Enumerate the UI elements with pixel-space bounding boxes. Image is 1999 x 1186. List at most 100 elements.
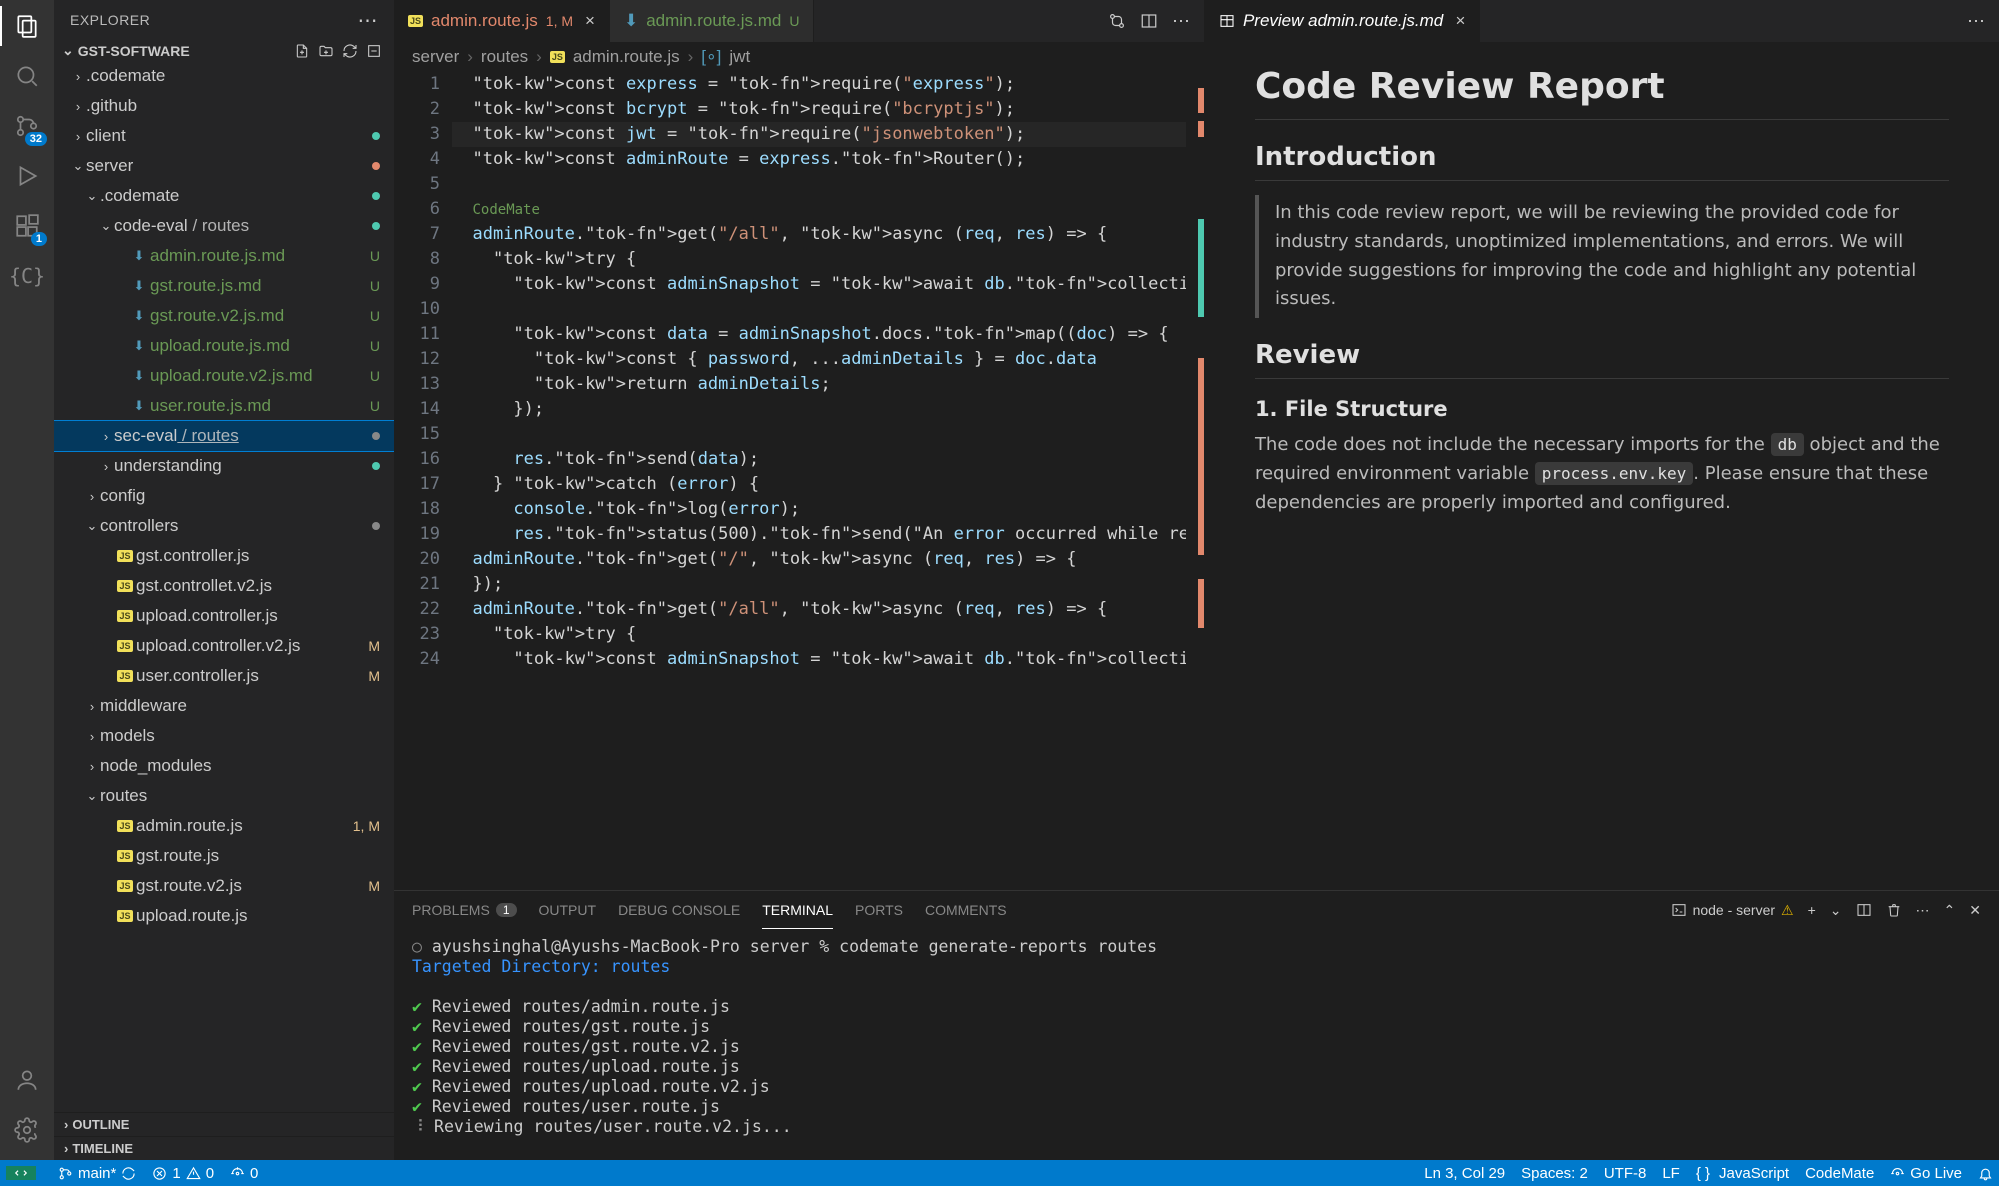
trash-icon[interactable] (1886, 902, 1902, 918)
indent-status[interactable]: Spaces: 2 (1521, 1165, 1588, 1182)
braces-icon[interactable]: {C} (11, 260, 43, 292)
tab-admin-route-js[interactable]: JS admin.route.js 1, M × (394, 0, 610, 42)
compare-icon[interactable] (1108, 12, 1126, 30)
panel-tab-ports[interactable]: PORTS (855, 891, 903, 929)
close-panel-icon[interactable]: ✕ (1969, 902, 1981, 919)
new-file-icon[interactable] (294, 43, 310, 59)
tree-folder[interactable]: ⌄server (54, 151, 394, 181)
tree-folder[interactable]: ›.codemate (54, 61, 394, 91)
account-icon[interactable] (11, 1064, 43, 1096)
tree-item-label: gst.route.v2.js (136, 876, 368, 896)
panel-tab-terminal[interactable]: TERMINAL (762, 891, 833, 929)
settings-icon[interactable] (11, 1114, 43, 1146)
project-header[interactable]: ⌄ GST-SOFTWARE (54, 40, 394, 61)
tab-admin-route-md[interactable]: ⬇ admin.route.js.md U (610, 0, 815, 42)
encoding-status[interactable]: UTF-8 (1604, 1165, 1647, 1182)
tree-file[interactable]: JSadmin.route.js1, M (54, 811, 394, 841)
preview-h2-intro: Introduction (1255, 142, 1949, 181)
debug-icon[interactable] (11, 160, 43, 192)
search-icon[interactable] (11, 60, 43, 92)
tree-folder[interactable]: ›client (54, 121, 394, 151)
tree-file[interactable]: JSgst.route.js (54, 841, 394, 871)
tree-file[interactable]: ⬇gst.route.js.mdU (54, 271, 394, 301)
tree-item-label: .codemate (100, 186, 372, 206)
tree-file[interactable]: ⬇user.route.js.mdU (54, 391, 394, 421)
tree-item-label: routes (100, 786, 386, 806)
panel-tab-output[interactable]: OUTPUT (539, 891, 597, 929)
close-tab-icon[interactable]: × (1455, 11, 1465, 31)
new-terminal-icon[interactable]: + (1808, 902, 1816, 918)
refresh-icon[interactable] (342, 43, 358, 59)
chevron-right-icon: › (64, 1141, 68, 1156)
close-tab-icon[interactable]: × (585, 11, 595, 31)
source-control-icon[interactable]: 32 (11, 110, 43, 142)
tree-file[interactable]: ⬇upload.route.v2.js.mdU (54, 361, 394, 391)
remote-indicator[interactable] (6, 1166, 36, 1180)
panel-tab-debug[interactable]: DEBUG CONSOLE (618, 891, 740, 929)
cursor-position[interactable]: Ln 3, Col 29 (1424, 1165, 1505, 1182)
collapse-icon[interactable] (366, 43, 382, 59)
terminal-dropdown-icon[interactable]: ⌄ (1830, 902, 1842, 919)
markdown-file-icon: ⬇ (128, 248, 150, 264)
more-icon[interactable]: ⋯ (1172, 11, 1190, 32)
tree-folder[interactable]: ›understanding (54, 451, 394, 481)
tab-bar-right: Preview admin.route.js.md × ⋯ (1205, 0, 1999, 42)
explorer-icon[interactable] (11, 10, 43, 42)
timeline-section[interactable]: › TIMELINE (54, 1136, 394, 1160)
tab-preview-md[interactable]: Preview admin.route.js.md × (1205, 0, 1480, 42)
tree-folder[interactable]: ⌄code-eval / routes (54, 211, 394, 241)
tree-folder[interactable]: ⌄controllers (54, 511, 394, 541)
status-dot (372, 162, 380, 170)
chevron-right-icon: › (64, 1117, 68, 1132)
preview-p1: The code does not include the necessary … (1255, 431, 1949, 517)
notifications-icon[interactable] (1978, 1166, 1993, 1181)
tree-folder[interactable]: ⌄.codemate (54, 181, 394, 211)
tree-file[interactable]: JSgst.route.v2.jsM (54, 871, 394, 901)
tree-file[interactable]: JSupload.route.js (54, 901, 394, 931)
split-terminal-icon[interactable] (1856, 902, 1872, 918)
problems-status[interactable]: 1 0 (152, 1165, 214, 1182)
chevron-up-icon[interactable]: ⌃ (1944, 902, 1956, 919)
code-editor[interactable]: 123456789101112131415161718192021222324 … (394, 72, 1204, 890)
tree-file[interactable]: JSgst.controller.js (54, 541, 394, 571)
tree-folder[interactable]: ›.github (54, 91, 394, 121)
tree-folder[interactable]: ⌄routes (54, 781, 394, 811)
ports-status[interactable]: 0 (230, 1165, 258, 1182)
breadcrumb[interactable]: server› routes› JS admin.route.js› [∘] j… (394, 42, 1204, 72)
tree-folder[interactable]: ›models (54, 721, 394, 751)
terminal[interactable]: ○ ayushsinghal@Ayushs-MacBook-Pro server… (394, 929, 1999, 1160)
status-dot (372, 462, 380, 470)
tree-file[interactable]: JSgst.controllet.v2.js (54, 571, 394, 601)
panel-tab-problems[interactable]: PROBLEMS 1 (412, 891, 517, 929)
tree-file[interactable]: ⬇upload.route.js.mdU (54, 331, 394, 361)
kebab-icon[interactable]: ⋯ (1916, 902, 1930, 919)
go-live[interactable]: Go Live (1890, 1165, 1962, 1182)
tree-folder[interactable]: ›config (54, 481, 394, 511)
status-bar: main* 1 0 0 Ln 3, Col 29 Spaces: 2 UTF-8… (0, 1160, 1999, 1186)
tree-folder[interactable]: ›node_modules (54, 751, 394, 781)
more-icon[interactable]: ⋯ (1967, 11, 1985, 32)
tree-item-label: upload.route.v2.js.md (150, 366, 370, 386)
git-branch[interactable]: main* (58, 1165, 136, 1182)
tree-folder[interactable]: ›middleware (54, 691, 394, 721)
outline-section[interactable]: › OUTLINE (54, 1112, 394, 1136)
terminal-selector[interactable]: node - server ⚠ (1671, 902, 1794, 919)
eol-status[interactable]: LF (1662, 1165, 1680, 1182)
tree-file[interactable]: JSuser.controller.jsM (54, 661, 394, 691)
js-file-icon: JS (114, 910, 136, 922)
tree-file[interactable]: JSupload.controller.v2.jsM (54, 631, 394, 661)
split-editor-icon[interactable] (1140, 12, 1158, 30)
panel-tab-comments[interactable]: COMMENTS (925, 891, 1007, 929)
chevron-down-icon: ⌄ (70, 158, 86, 174)
new-folder-icon[interactable] (318, 43, 334, 59)
tree-file[interactable]: JSupload.controller.js (54, 601, 394, 631)
codemate-status[interactable]: CodeMate (1805, 1165, 1874, 1182)
code-content[interactable]: "tok-kw">const express = "tok-fn">requir… (452, 72, 1204, 890)
explorer-more-icon[interactable]: ⋯ (358, 8, 379, 33)
extensions-icon[interactable]: 1 (11, 210, 43, 242)
minimap[interactable] (1186, 72, 1204, 890)
tree-file[interactable]: ⬇gst.route.v2.js.mdU (54, 301, 394, 331)
tree-file[interactable]: ⬇admin.route.js.mdU (54, 241, 394, 271)
language-mode[interactable]: { }JavaScript (1696, 1165, 1789, 1182)
tree-folder[interactable]: ›sec-eval / routes (54, 421, 394, 451)
